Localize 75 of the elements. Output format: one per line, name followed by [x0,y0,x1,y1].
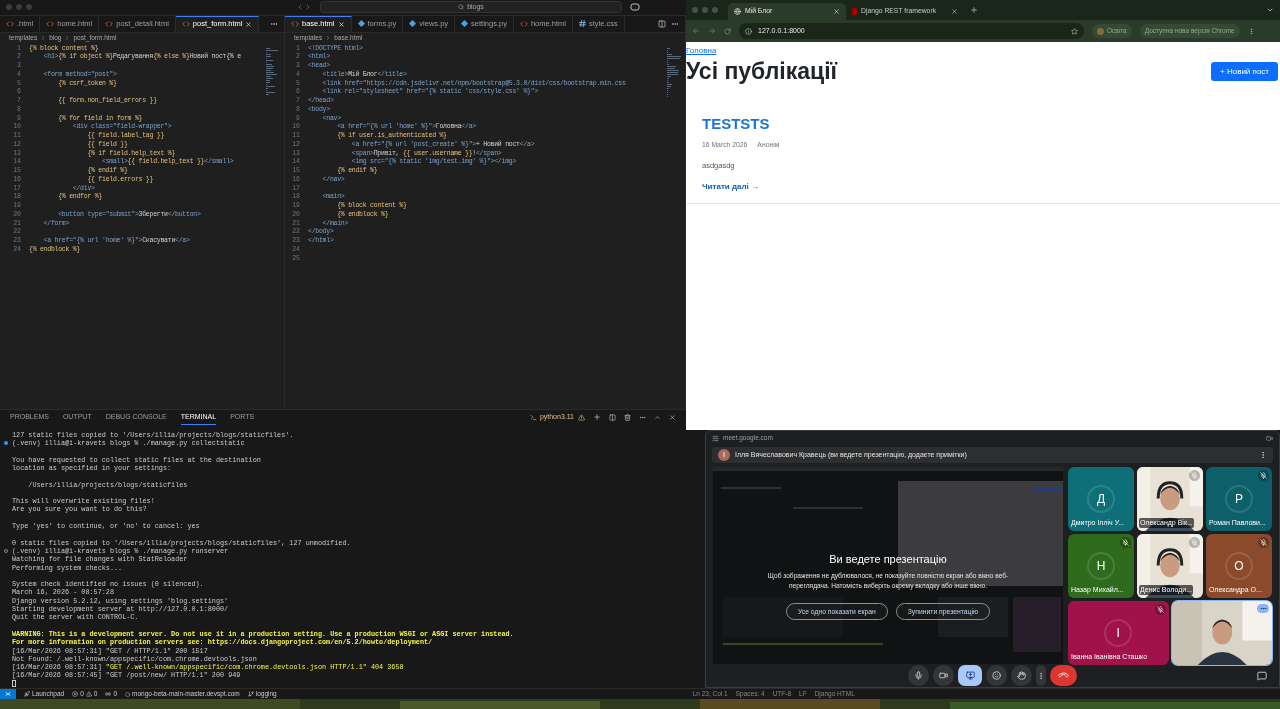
warning-icon [578,413,585,421]
avatar: Н [1089,554,1113,578]
diamond-icon [461,20,469,28]
favicon-icon [852,8,857,15]
maximize-icon[interactable] [654,413,661,421]
site-settings-icon[interactable] [712,434,719,442]
new-post-button[interactable]: + Новий пост [1211,62,1278,81]
command-marker-icon[interactable] [4,441,8,446]
minimap [266,47,280,95]
chevron-icon [40,35,47,42]
more-button[interactable] [1036,665,1046,686]
ports-icon[interactable] [105,691,112,697]
microphone-button[interactable] [908,665,929,686]
screen-icon [965,671,975,680]
avatar: Р [1227,487,1251,511]
close-icon[interactable] [245,20,253,28]
read-more-link[interactable]: Читати далі → [702,180,1280,193]
trash-icon[interactable] [624,413,631,421]
warning-icon[interactable] [85,691,92,697]
info-icon[interactable] [745,27,752,35]
notice-title: Ви ведете презентацію [829,551,947,567]
avatar: О [1227,554,1251,578]
nav-link[interactable]: Головна [686,45,1280,57]
page-heading: Усі публікації [686,57,838,85]
hash-icon [578,20,586,28]
error-icon[interactable] [72,691,79,697]
more-icon[interactable] [1259,451,1267,459]
code-icon [46,19,55,28]
emoji-button[interactable] [986,665,1007,686]
more-options-button[interactable] [1257,604,1269,613]
rocket-icon[interactable] [24,691,30,697]
code-icon [519,19,528,28]
forward-icon[interactable] [304,3,312,12]
close-icon[interactable] [833,8,840,15]
raise-hand-button[interactable] [1011,665,1032,686]
chevron-icon [325,35,332,42]
split-terminal-icon[interactable] [609,413,616,421]
code-icon [105,19,114,28]
split-editor-icon[interactable] [658,19,666,28]
close-icon[interactable] [337,20,345,28]
avatar: І [1106,621,1131,645]
diamond-icon [357,20,365,28]
chevron-icon [64,35,71,42]
hand-icon [1017,671,1026,680]
close-icon[interactable] [951,8,958,15]
circle-icon[interactable] [125,691,131,697]
globe-icon [734,8,741,15]
camera-icon [1266,434,1273,442]
branch-icon[interactable] [247,691,254,697]
code-icon [181,20,190,29]
back-icon[interactable] [296,3,304,12]
camera-button[interactable] [933,665,954,686]
new-terminal-icon[interactable] [593,413,601,422]
more-icon [1037,671,1045,680]
camera-icon [939,671,948,680]
code-icon [291,20,299,29]
profile-avatar [1097,27,1104,35]
microphone-icon [914,671,923,680]
present-button[interactable] [958,665,982,686]
close-icon[interactable] [669,413,676,421]
avatar: Д [1089,487,1113,511]
remote-button[interactable] [0,689,16,699]
search-icon [458,4,465,11]
code-icon [6,19,14,28]
chat-icon[interactable] [1257,670,1267,681]
terminal-cursor [12,680,16,688]
tab-search-icon[interactable] [1266,6,1274,14]
diamond-icon [409,20,417,28]
smiley-icon [992,671,1001,680]
remote-icon [5,691,11,697]
new-tab-icon[interactable] [970,6,978,14]
end-call-button[interactable] [1050,665,1077,686]
terminal-icon [529,413,537,421]
star-icon[interactable] [1071,27,1078,35]
post-title[interactable]: TESTSTS [702,113,1280,136]
